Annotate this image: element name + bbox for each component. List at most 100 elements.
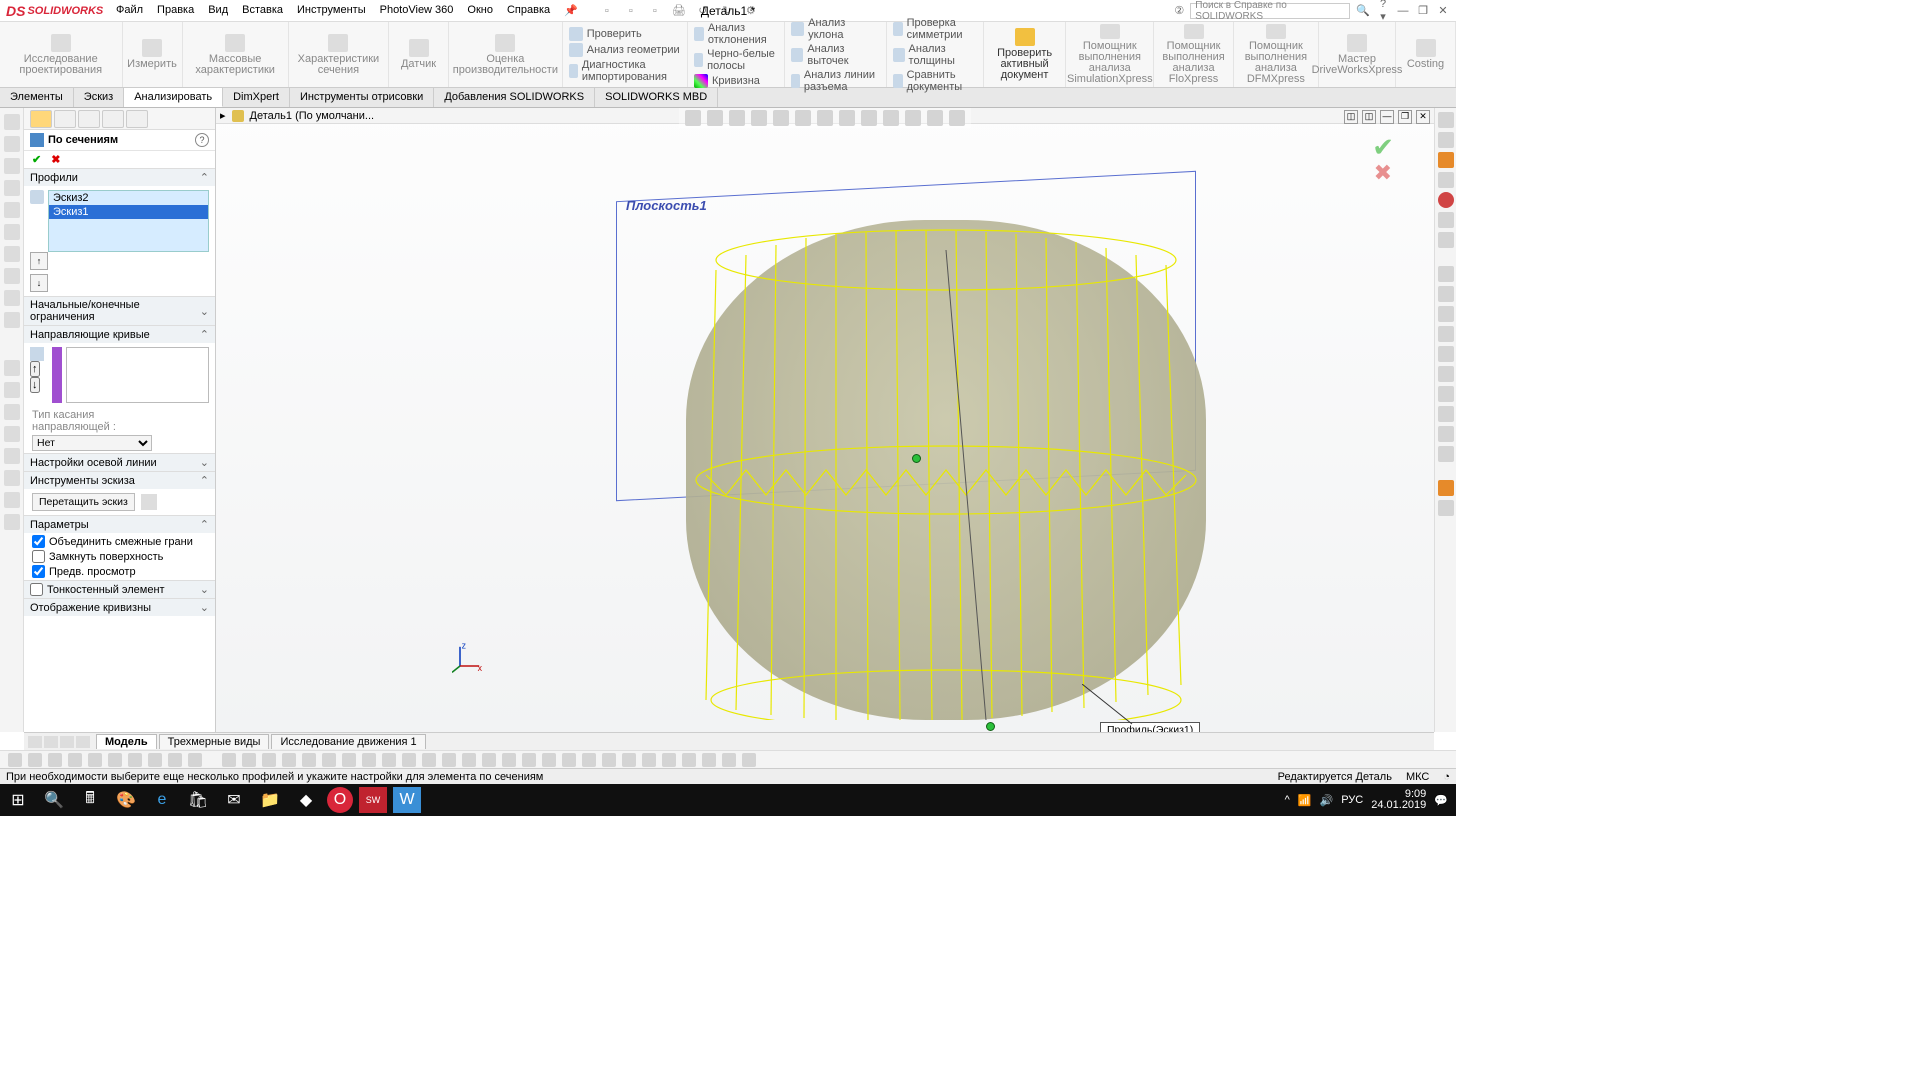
sketch-tool-icon[interactable] [422,753,436,767]
view-tool-icon[interactable] [927,110,943,126]
right-tool-icon[interactable] [1438,306,1454,322]
view-tool-icon[interactable] [949,110,965,126]
left-tool-icon[interactable] [4,158,20,174]
sketch-tool-icon[interactable] [68,753,82,767]
pm-tab-icon[interactable] [126,110,148,128]
guide-type-select[interactable]: Нет [32,435,152,451]
pin-icon[interactable]: 📌 [564,4,578,17]
left-tool-icon[interactable] [4,448,20,464]
ribbon-measure[interactable]: Измерить [123,22,183,87]
graphics-viewport[interactable]: ▸ Деталь1 (По умолчани... ◫ ◫ — ❐ ✕ [216,108,1434,732]
right-tool-icon[interactable] [1438,152,1454,168]
ribbon-zebra[interactable]: Черно-белые полосы [694,48,778,72]
left-tool-icon[interactable] [4,360,20,376]
taskbar-mail-icon[interactable]: ✉ [216,784,252,816]
sketch-tool-icon[interactable] [8,753,22,767]
ribbon-curvature[interactable]: Кривизна [694,74,778,88]
drag-sketch-icon[interactable] [141,494,157,510]
sketch-tool-icon[interactable] [662,753,676,767]
sketch-tool-icon[interactable] [48,753,62,767]
ribbon-symmetry[interactable]: Проверка симметрии [893,17,976,41]
section-thin-head[interactable]: Тонкостенный элемент ⌄ [24,580,215,598]
right-tool-icon[interactable] [1438,426,1454,442]
sketch-tool-icon[interactable] [742,753,756,767]
minimize-button[interactable]: — [1396,5,1410,17]
ribbon-floxpress[interactable]: Помощник выполнения анализа FloXpress [1154,22,1234,87]
sketch-tool-icon[interactable] [222,753,236,767]
tab-motion[interactable]: Исследование движения 1 [271,734,425,749]
sketch-tool-icon[interactable] [642,753,656,767]
section-profiles-head[interactable]: Профили ⌃ [24,168,215,186]
vp-btn[interactable]: ❐ [1398,110,1412,124]
right-tool-icon[interactable] [1438,406,1454,422]
sketch-tool-icon[interactable] [382,753,396,767]
pm-tab-icon[interactable] [54,110,76,128]
thin-checkbox[interactable] [30,583,43,596]
view-tool-icon[interactable] [795,110,811,126]
taskbar-store-icon[interactable]: 🛍 [180,784,216,816]
taskbar-app-icon[interactable]: W [393,787,421,813]
left-tool-icon[interactable] [4,382,20,398]
start-button[interactable]: ⊞ [0,784,36,816]
opt-merge-faces[interactable]: Объединить смежные грани [32,535,207,548]
help-search-input[interactable]: Поиск в Справке по SOLIDWORKS [1190,3,1350,19]
taskbar-app-icon[interactable]: ◆ [288,784,324,816]
sketch-tool-icon[interactable] [622,753,636,767]
ribbon-dfmxpress[interactable]: Помощник выполнения анализа DFMXpress [1234,22,1319,87]
left-tool-icon[interactable] [4,426,20,442]
right-tool-icon[interactable] [1438,132,1454,148]
guide-up-button[interactable]: ↑ [30,361,40,377]
loft-handle-bottom[interactable] [986,722,995,731]
view-tool-icon[interactable] [861,110,877,126]
sketch-tool-icon[interactable] [242,753,256,767]
view-tool-icon[interactable] [817,110,833,126]
tree-expand-icon[interactable]: ▸ [220,109,226,122]
ribbon-check-active-doc[interactable]: Проверить активный документ [984,22,1066,87]
left-tool-icon[interactable] [4,136,20,152]
opt-close-checkbox[interactable] [32,550,45,563]
taskbar-solidworks-icon[interactable]: SW [359,787,387,813]
sketch-tool-icon[interactable] [682,753,696,767]
tray-chevron-icon[interactable]: ^ [1285,794,1290,806]
section-options-head[interactable]: Параметры ⌃ [24,515,215,533]
menu-photoview[interactable]: PhotoView 360 [380,4,454,17]
tray-clock[interactable]: 9:09 24.01.2019 [1371,789,1426,811]
ribbon-geometry-analysis[interactable]: Анализ геометрии [569,43,681,57]
left-tool-icon[interactable] [4,514,20,530]
profiles-list[interactable]: Эскиз2 Эскиз1 [48,190,209,252]
taskbar-calc-icon[interactable]: 🖩 [72,784,108,816]
opt-merge-checkbox[interactable] [32,535,45,548]
right-tool-icon[interactable] [1438,212,1454,228]
view-tool-icon[interactable] [883,110,899,126]
right-tool-icon[interactable] [1438,266,1454,282]
section-guides-head[interactable]: Направляющие кривые ⌃ [24,325,215,343]
new-icon[interactable]: ▫ [598,2,616,20]
search-go-icon[interactable]: 🔍 [1356,4,1370,17]
ribbon-driveworks[interactable]: Мастер DriveWorksXpress [1319,22,1396,87]
print-icon[interactable]: 🖨 [670,2,688,20]
tab-model[interactable]: Модель [96,734,157,749]
menu-view[interactable]: Вид [208,4,228,17]
tray-volume-icon[interactable]: 🔊 [1320,794,1334,807]
menu-tools[interactable]: Инструменты [297,4,366,17]
profile-item[interactable]: Эскиз2 [49,191,208,205]
tray-network-icon[interactable]: 📶 [1298,794,1312,807]
sketch-tool-icon[interactable] [502,753,516,767]
right-tool-icon[interactable] [1438,446,1454,462]
tab-3dviews[interactable]: Трехмерные виды [159,734,270,749]
ribbon-import-diag[interactable]: Диагностика импортирования [569,59,681,83]
ribbon-parting[interactable]: Анализ линии разъема [791,69,881,93]
sketch-tool-icon[interactable] [128,753,142,767]
left-tool-icon[interactable] [4,224,20,240]
sketch-tool-icon[interactable] [562,753,576,767]
save-icon[interactable]: ▫ [646,2,664,20]
view-tool-icon[interactable] [839,110,855,126]
sketch-tool-icon[interactable] [168,753,182,767]
left-tool-icon[interactable] [4,404,20,420]
menu-help[interactable]: Справка [507,4,550,17]
tray-notification-icon[interactable]: 💬 [1434,794,1448,807]
section-centerline-head[interactable]: Настройки осевой линии ⌄ [24,453,215,471]
sketch-tool-icon[interactable] [602,753,616,767]
sketch-tool-icon[interactable] [108,753,122,767]
taskbar-explorer-icon[interactable]: 📁 [252,784,288,816]
